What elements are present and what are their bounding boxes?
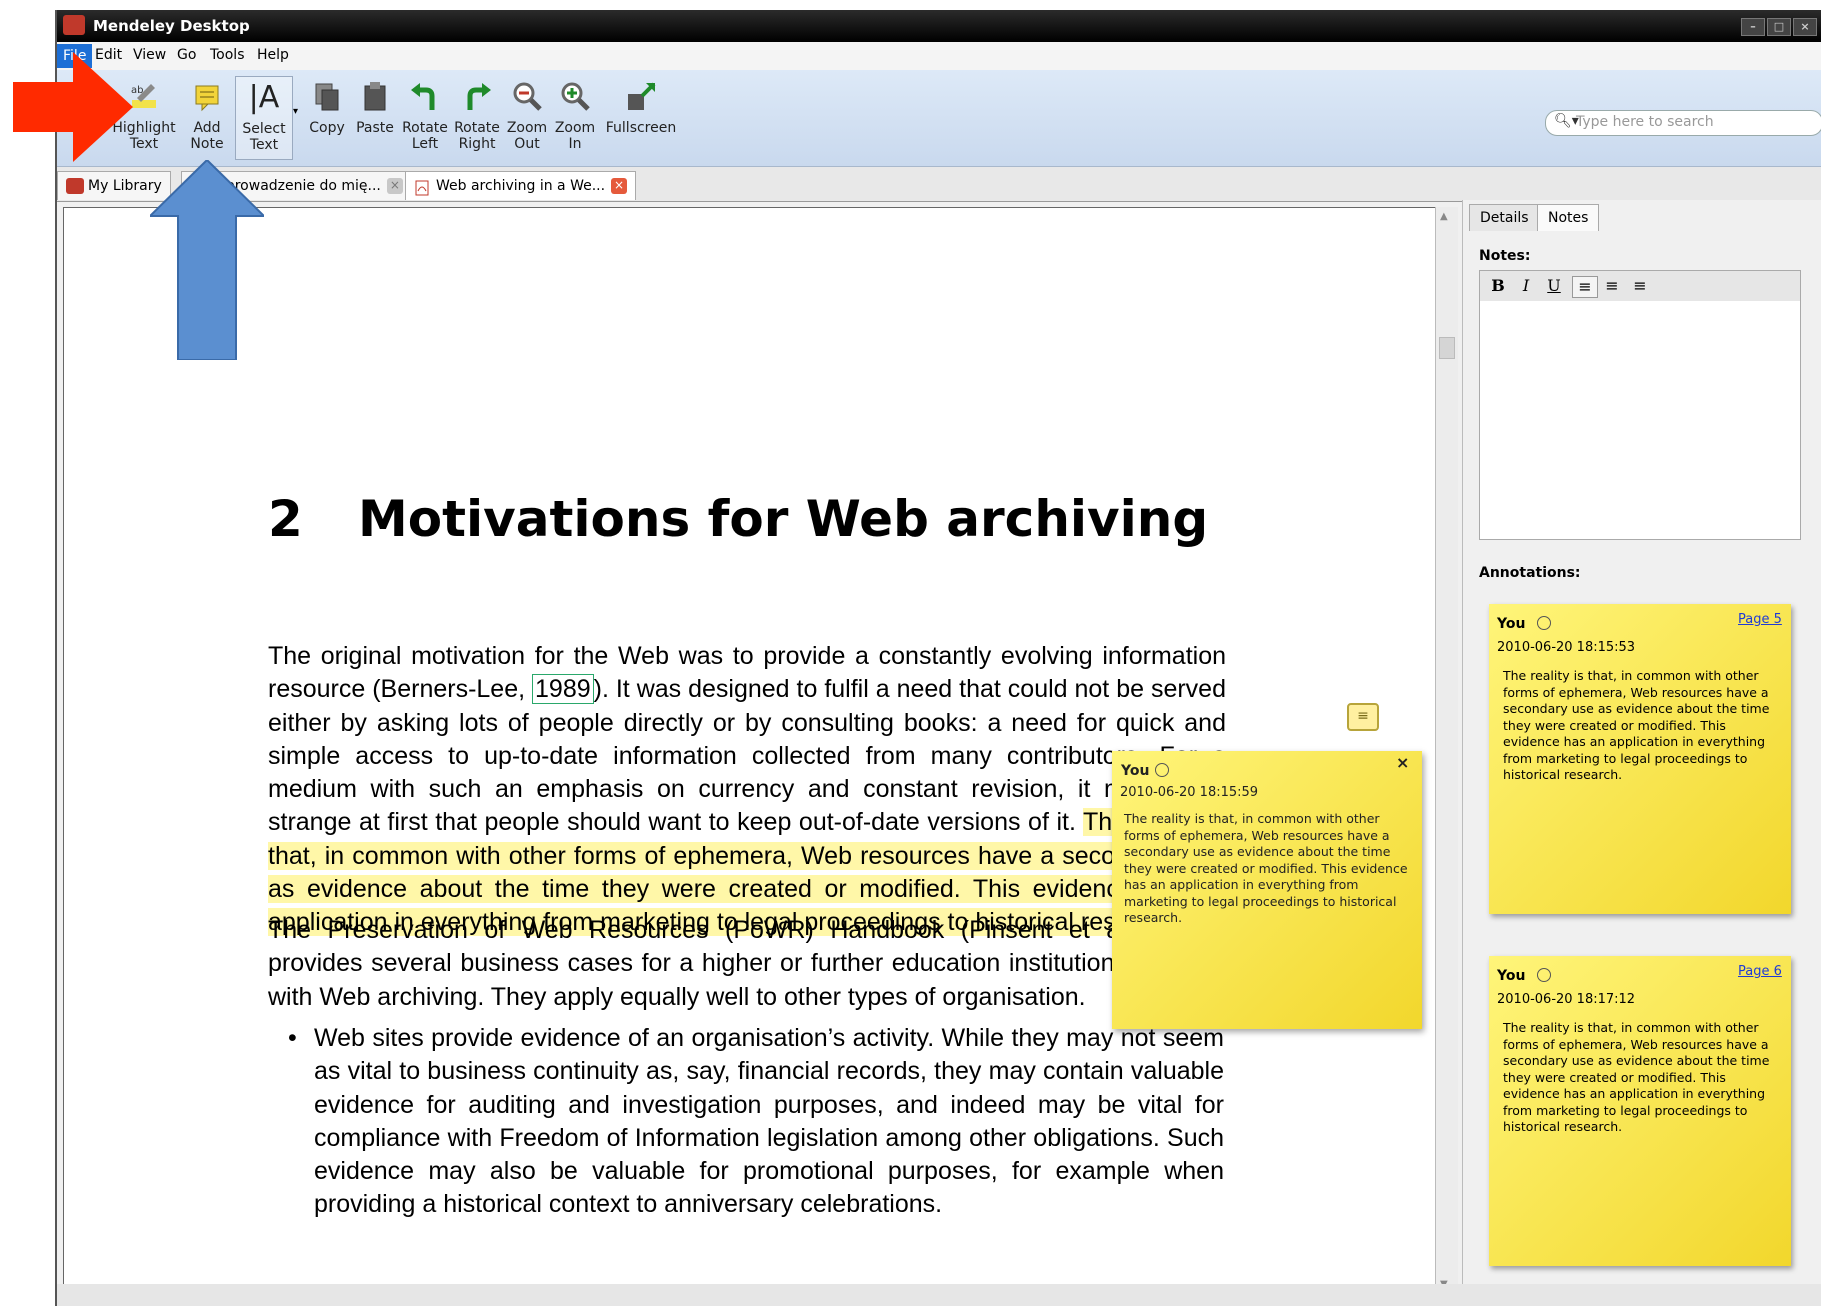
bullet-item: • Web sites provide evidence of an organi… (288, 1024, 1224, 1219)
paste-icon (358, 80, 392, 114)
rotate-right-button[interactable]: Rotate Right (451, 80, 503, 152)
close-icon[interactable]: × (1396, 753, 1409, 772)
minimize-button[interactable]: – (1741, 18, 1765, 36)
annotations-label: Annotations: (1479, 565, 1581, 581)
annotation-page-link[interactable]: Page 5 (1738, 612, 1782, 627)
tab-close-icon[interactable]: × (386, 178, 403, 194)
menu-tools[interactable]: Tools (210, 47, 245, 63)
status-bar (57, 1284, 1821, 1306)
scroll-up-icon[interactable]: ▲ (1440, 211, 1448, 222)
paragraph-2: The Preservation of Web Resources (PoWR)… (268, 914, 1226, 1014)
pdf-viewer[interactable]: 2 Motivations for Web archiving The origi… (63, 207, 1437, 1296)
annotation-card[interactable]: You Page 6 2010-06-20 18:17:12 The reali… (1489, 956, 1791, 1266)
zoom-in-button[interactable]: Zoom In (551, 80, 599, 152)
library-icon (66, 178, 84, 194)
scrollbar-thumb[interactable] (1439, 337, 1455, 359)
tab-bar: My Library Wprowadzenie do mię... × Web a… (57, 167, 1821, 202)
align-left-icon[interactable]: ≡ (1572, 276, 1598, 298)
notes-editor[interactable] (1479, 301, 1801, 540)
note-popup[interactable]: You × 2010-06-20 18:15:59 The reality is… (1112, 751, 1422, 1029)
align-center-icon[interactable]: ≡ (1600, 276, 1624, 296)
add-note-icon (190, 80, 224, 114)
note-author: You (1121, 763, 1150, 779)
section-heading: 2 Motivations for Web archiving (268, 490, 1209, 548)
paste-button[interactable]: Paste (351, 80, 399, 136)
add-note-button[interactable]: Add Note (179, 80, 235, 152)
notes-editor-toolbar: B I U ≡ ≡ ≡ (1479, 270, 1801, 302)
fullscreen-button[interactable]: Fullscreen (603, 80, 679, 136)
copy-button[interactable]: Copy (303, 80, 351, 136)
note-marker-icon[interactable]: ≡ (1347, 703, 1379, 731)
pdf-icon (414, 178, 432, 196)
note-date: 2010-06-20 18:15:59 (1120, 785, 1259, 800)
zoom-out-button[interactable]: Zoom Out (503, 80, 551, 152)
menu-view[interactable]: View (133, 47, 166, 63)
menu-bar: File Edit View Go Tools Help (57, 42, 1821, 71)
annotation-date: 2010-06-20 18:15:53 (1497, 640, 1636, 655)
side-panel: Details Notes Notes: B I U ≡ ≡ ≡ Annotat… (1462, 200, 1821, 1294)
bullet-dot: • (288, 1024, 297, 1052)
search-placeholder: Type here to search (1576, 114, 1714, 130)
blue-arrow-annotation (150, 160, 264, 360)
red-arrow-annotation (13, 52, 133, 162)
search-input[interactable]: 🔍︎▾ Type here to search (1545, 110, 1821, 136)
note-status-icon[interactable] (1155, 763, 1169, 777)
notes-label: Notes: (1479, 248, 1531, 264)
annotation-text: The reality is that, in common with othe… (1503, 668, 1770, 782)
paragraph-1: The original motivation for the Web was … (268, 642, 1226, 937)
annotation-author: You (1497, 968, 1526, 984)
window-title: Mendeley Desktop (93, 17, 250, 35)
menu-go[interactable]: Go (177, 47, 196, 63)
rotate-right-icon (460, 80, 494, 114)
close-window-button[interactable]: × (1793, 18, 1817, 36)
bold-button[interactable]: B (1486, 276, 1510, 296)
annotation-date: 2010-06-20 18:17:12 (1497, 992, 1636, 1007)
vertical-scrollbar[interactable]: ▲ ▼ (1435, 207, 1458, 1294)
select-text-button[interactable]: |A Select Text (235, 76, 293, 160)
window-controls: – □ × (1739, 16, 1817, 36)
rotate-left-button[interactable]: Rotate Left (399, 80, 451, 152)
rotate-left-icon (408, 80, 442, 114)
note-text[interactable]: The reality is that, in common with othe… (1124, 811, 1414, 927)
italic-button[interactable]: I (1514, 276, 1538, 296)
fullscreen-icon (624, 80, 658, 114)
annotation-page-link[interactable]: Page 6 (1738, 964, 1782, 979)
maximize-button[interactable]: □ (1767, 18, 1791, 36)
annotation-status-icon[interactable] (1537, 968, 1551, 982)
tab-web-archiving[interactable]: Web archiving in a We... × (405, 171, 637, 200)
underline-button[interactable]: U (1542, 276, 1566, 296)
select-text-icon: |A (248, 80, 280, 115)
tab-details[interactable]: Details (1469, 204, 1540, 231)
annotation-author: You (1497, 616, 1526, 632)
citation-link[interactable]: 1989 (532, 674, 594, 705)
menu-help[interactable]: Help (257, 47, 289, 63)
toolbar: ab Highlight Text Add Note |A Select Text ▾… (57, 70, 1821, 167)
title-bar: Mendeley Desktop – □ × (57, 10, 1821, 42)
mendeley-logo-icon (63, 15, 85, 35)
zoom-out-icon (510, 80, 544, 114)
app-window: Mendeley Desktop –□× File Edit View Go T… (55, 10, 1821, 1306)
annotation-status-icon[interactable] (1537, 616, 1551, 630)
tab-close-icon[interactable]: × (611, 178, 628, 194)
annotation-card[interactable]: You Page 5 2010-06-20 18:15:53 The reali… (1489, 604, 1791, 914)
annotation-text: The reality is that, in common with othe… (1503, 1020, 1770, 1134)
align-right-icon[interactable]: ≡ (1628, 276, 1652, 296)
copy-icon (310, 80, 344, 114)
zoom-in-icon (558, 80, 592, 114)
tab-notes[interactable]: Notes (1537, 204, 1600, 231)
select-text-dropdown-icon[interactable]: ▾ (293, 106, 298, 117)
